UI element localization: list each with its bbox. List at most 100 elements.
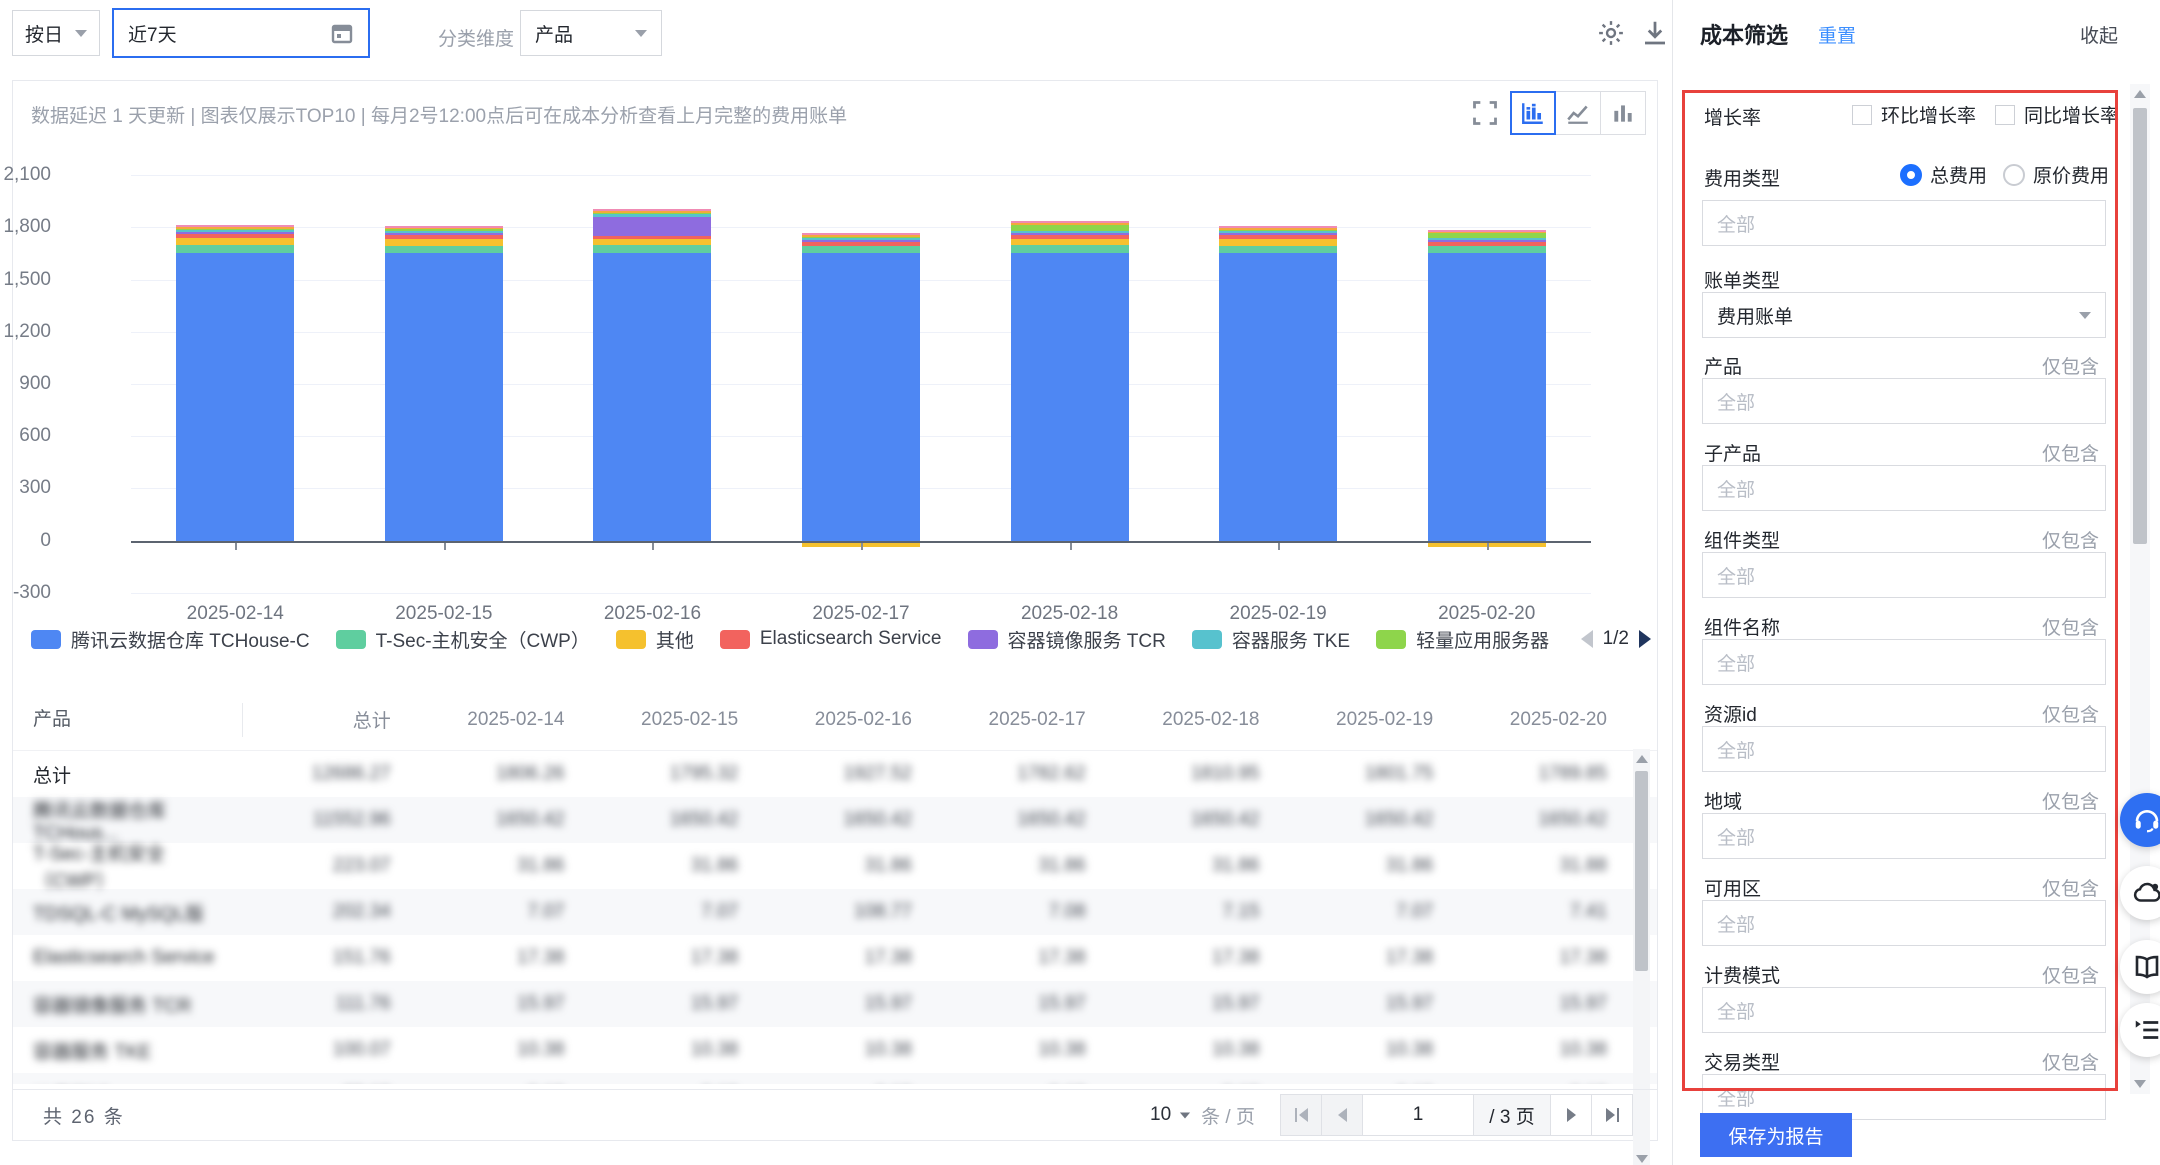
filter-tag-include-only: 仅包含 [2042, 787, 2099, 814]
settings-gear-icon[interactable] [1596, 18, 1626, 48]
segment-容器服务 TKE [1219, 231, 1337, 233]
bill-type-select[interactable]: 费用账单 [1702, 292, 2106, 338]
chevron-down-icon [1180, 1112, 1190, 1118]
table-row[interactable]: 计费测试88.188.188.188.188.188.188.188.18 [13, 1073, 1657, 1084]
growth-checkbox-环比增长率[interactable]: 环比增长率 [1852, 101, 1976, 128]
per-page-label: 条 / 页 [1201, 1102, 1255, 1129]
table-body: 总计12686.271806.261795.321927.521782.6218… [13, 751, 1657, 1084]
segment-容器服务 TKE [385, 231, 503, 233]
scrollbar-thumb[interactable] [1635, 771, 1648, 971]
date-range-picker[interactable]: 近7天 [112, 8, 370, 58]
table-row[interactable]: 容器镜像服务 TCR111.7615.9715.9715.9715.9715.9… [13, 981, 1657, 1027]
filter-label-可用区: 可用区 [1704, 874, 1761, 901]
filter-input-组件类型[interactable]: 全部 [1702, 552, 2106, 598]
checkbox-icon[interactable] [1995, 105, 2015, 125]
checkbox-icon[interactable] [1852, 105, 1872, 125]
segment-图例第2页系列 [1428, 230, 1546, 232]
filter-input-产品[interactable]: 全部 [1702, 378, 2106, 424]
save-as-report-button[interactable]: 保存为报告 [1700, 1113, 1852, 1157]
table-row[interactable]: T-Sec-主机安全（CWP）223.0731.8631.8631.8631.8… [13, 843, 1657, 889]
collapse-link[interactable]: 收起 [2080, 21, 2118, 48]
scroll-down-icon[interactable] [1636, 1155, 1648, 1163]
legend-prev-icon[interactable] [1581, 630, 1593, 648]
legend-next-icon[interactable] [1639, 630, 1651, 648]
bar-chart-toggle[interactable] [1600, 91, 1646, 135]
fee-type-radio-总费用[interactable]: 总费用 [1900, 161, 1987, 188]
survey-list-icon[interactable] [2120, 1003, 2160, 1057]
radio-selected-icon[interactable] [1900, 164, 1922, 186]
page-size-select[interactable]: 10 [1150, 1104, 1191, 1126]
legend-item[interactable]: 其他 [616, 626, 694, 653]
prev-page-button[interactable] [1321, 1094, 1363, 1136]
segment-其他 [593, 239, 711, 245]
table-row[interactable]: 总计12686.271806.261795.321927.521782.6218… [13, 751, 1657, 797]
segment-腾讯云数据仓库 TCHouse-C [1428, 253, 1546, 540]
legend-label: 容器服务 TKE [1232, 626, 1350, 653]
row-label: 容器服务 TKE [13, 1037, 243, 1064]
table-row[interactable]: 容器服务 TKE100.0710.3810.3810.3810.3810.381… [13, 1027, 1657, 1073]
legend-item[interactable]: T-Sec-主机安全（CWP） [336, 626, 590, 653]
stacked-bar-chart-toggle[interactable] [1510, 91, 1556, 135]
growth-checkbox-同比增长率[interactable]: 同比增长率 [1995, 101, 2119, 128]
radio-label: 原价费用 [2033, 161, 2109, 188]
fullscreen-icon[interactable] [1471, 99, 1501, 129]
fee-type-radio-原价费用[interactable]: 原价费用 [2003, 161, 2109, 188]
row-value: 17.38 [591, 947, 765, 969]
segment-图例第2页系列 [1219, 226, 1337, 228]
current-page-input[interactable]: 1 [1362, 1094, 1474, 1136]
segment-T-Sec-主机安全（CWP） [1428, 246, 1546, 254]
filter-input-子产品[interactable]: 全部 [1702, 465, 2106, 511]
segment-图例第2页系列 [593, 209, 711, 211]
filter-input-计费模式[interactable]: 全部 [1702, 987, 2106, 1033]
docs-book-icon[interactable] [2120, 940, 2160, 994]
page-total-label: / 3 页 [1473, 1094, 1551, 1136]
legend-swatch [336, 630, 366, 649]
table-row[interactable]: TDSQL-C MySQL版202.347.077.07108.777.087.… [13, 889, 1657, 935]
row-value: 10.38 [417, 1039, 591, 1061]
column-header-2025-02-14: 2025-02-14 [417, 709, 591, 731]
segment-计费测试 [802, 235, 920, 236]
legend-item[interactable]: Elasticsearch Service [720, 628, 942, 650]
segment-腾讯云数据仓库 TCHouse-C [802, 253, 920, 540]
support-headset-icon[interactable] [2120, 793, 2160, 847]
legend-pager: 1/2 [1573, 628, 1651, 650]
scroll-up-icon[interactable] [1636, 755, 1648, 763]
row-value: 151.76 [243, 947, 417, 969]
first-page-button[interactable] [1280, 1094, 1322, 1136]
last-page-button[interactable] [1591, 1094, 1633, 1136]
row-value: 12686.27 [243, 763, 417, 785]
scroll-down-icon[interactable] [2134, 1080, 2146, 1088]
line-chart-toggle[interactable] [1555, 91, 1601, 135]
legend-item[interactable]: 容器服务 TKE [1192, 626, 1350, 653]
radio-icon[interactable] [2003, 164, 2025, 186]
granularity-dropdown[interactable]: 按日 [12, 10, 100, 56]
download-icon[interactable] [1640, 18, 1670, 48]
legend-item[interactable]: 容器镜像服务 TCR [968, 626, 1166, 653]
fee-type-filter-input[interactable]: 全部 [1702, 200, 2106, 246]
segment-容器服务 TKE [802, 238, 920, 240]
scroll-up-icon[interactable] [2134, 90, 2146, 98]
table-row[interactable]: 腾讯云数据仓库 TCHous...11552.961650.421650.421… [13, 797, 1657, 843]
stacked-bar-chart[interactable]: 2,1001,8001,5001,2009006003000-3002025-0… [131, 149, 1591, 619]
legend-item[interactable]: 腾讯云数据仓库 TCHouse-C [31, 626, 310, 653]
segment-Elasticsearch Service [176, 234, 294, 238]
table-row[interactable]: Elasticsearch Service151.7617.3817.3817.… [13, 935, 1657, 981]
row-label: 容器镜像服务 TCR [13, 991, 243, 1018]
scrollbar-thumb[interactable] [2133, 108, 2147, 544]
chevron-down-icon [635, 30, 647, 37]
segment-其他 [385, 239, 503, 246]
segment-容器镜像服务 TCR [176, 232, 294, 234]
dimension-select[interactable]: 产品 [520, 10, 662, 56]
filter-input-组件名称[interactable]: 全部 [1702, 639, 2106, 685]
row-value: 1650.42 [938, 809, 1112, 831]
cloud-alert-icon[interactable] [2120, 866, 2160, 920]
reset-link[interactable]: 重置 [1818, 21, 1856, 48]
next-page-button[interactable] [1550, 1094, 1592, 1136]
legend-label: 容器镜像服务 TCR [1008, 626, 1166, 653]
filter-input-资源id[interactable]: 全部 [1702, 726, 2106, 772]
filter-input-地域[interactable]: 全部 [1702, 813, 2106, 859]
row-value: 1650.42 [1459, 809, 1633, 831]
filter-input-可用区[interactable]: 全部 [1702, 900, 2106, 946]
segment-其他 [1219, 239, 1337, 246]
legend-item[interactable]: 轻量应用服务器 [1376, 626, 1549, 653]
